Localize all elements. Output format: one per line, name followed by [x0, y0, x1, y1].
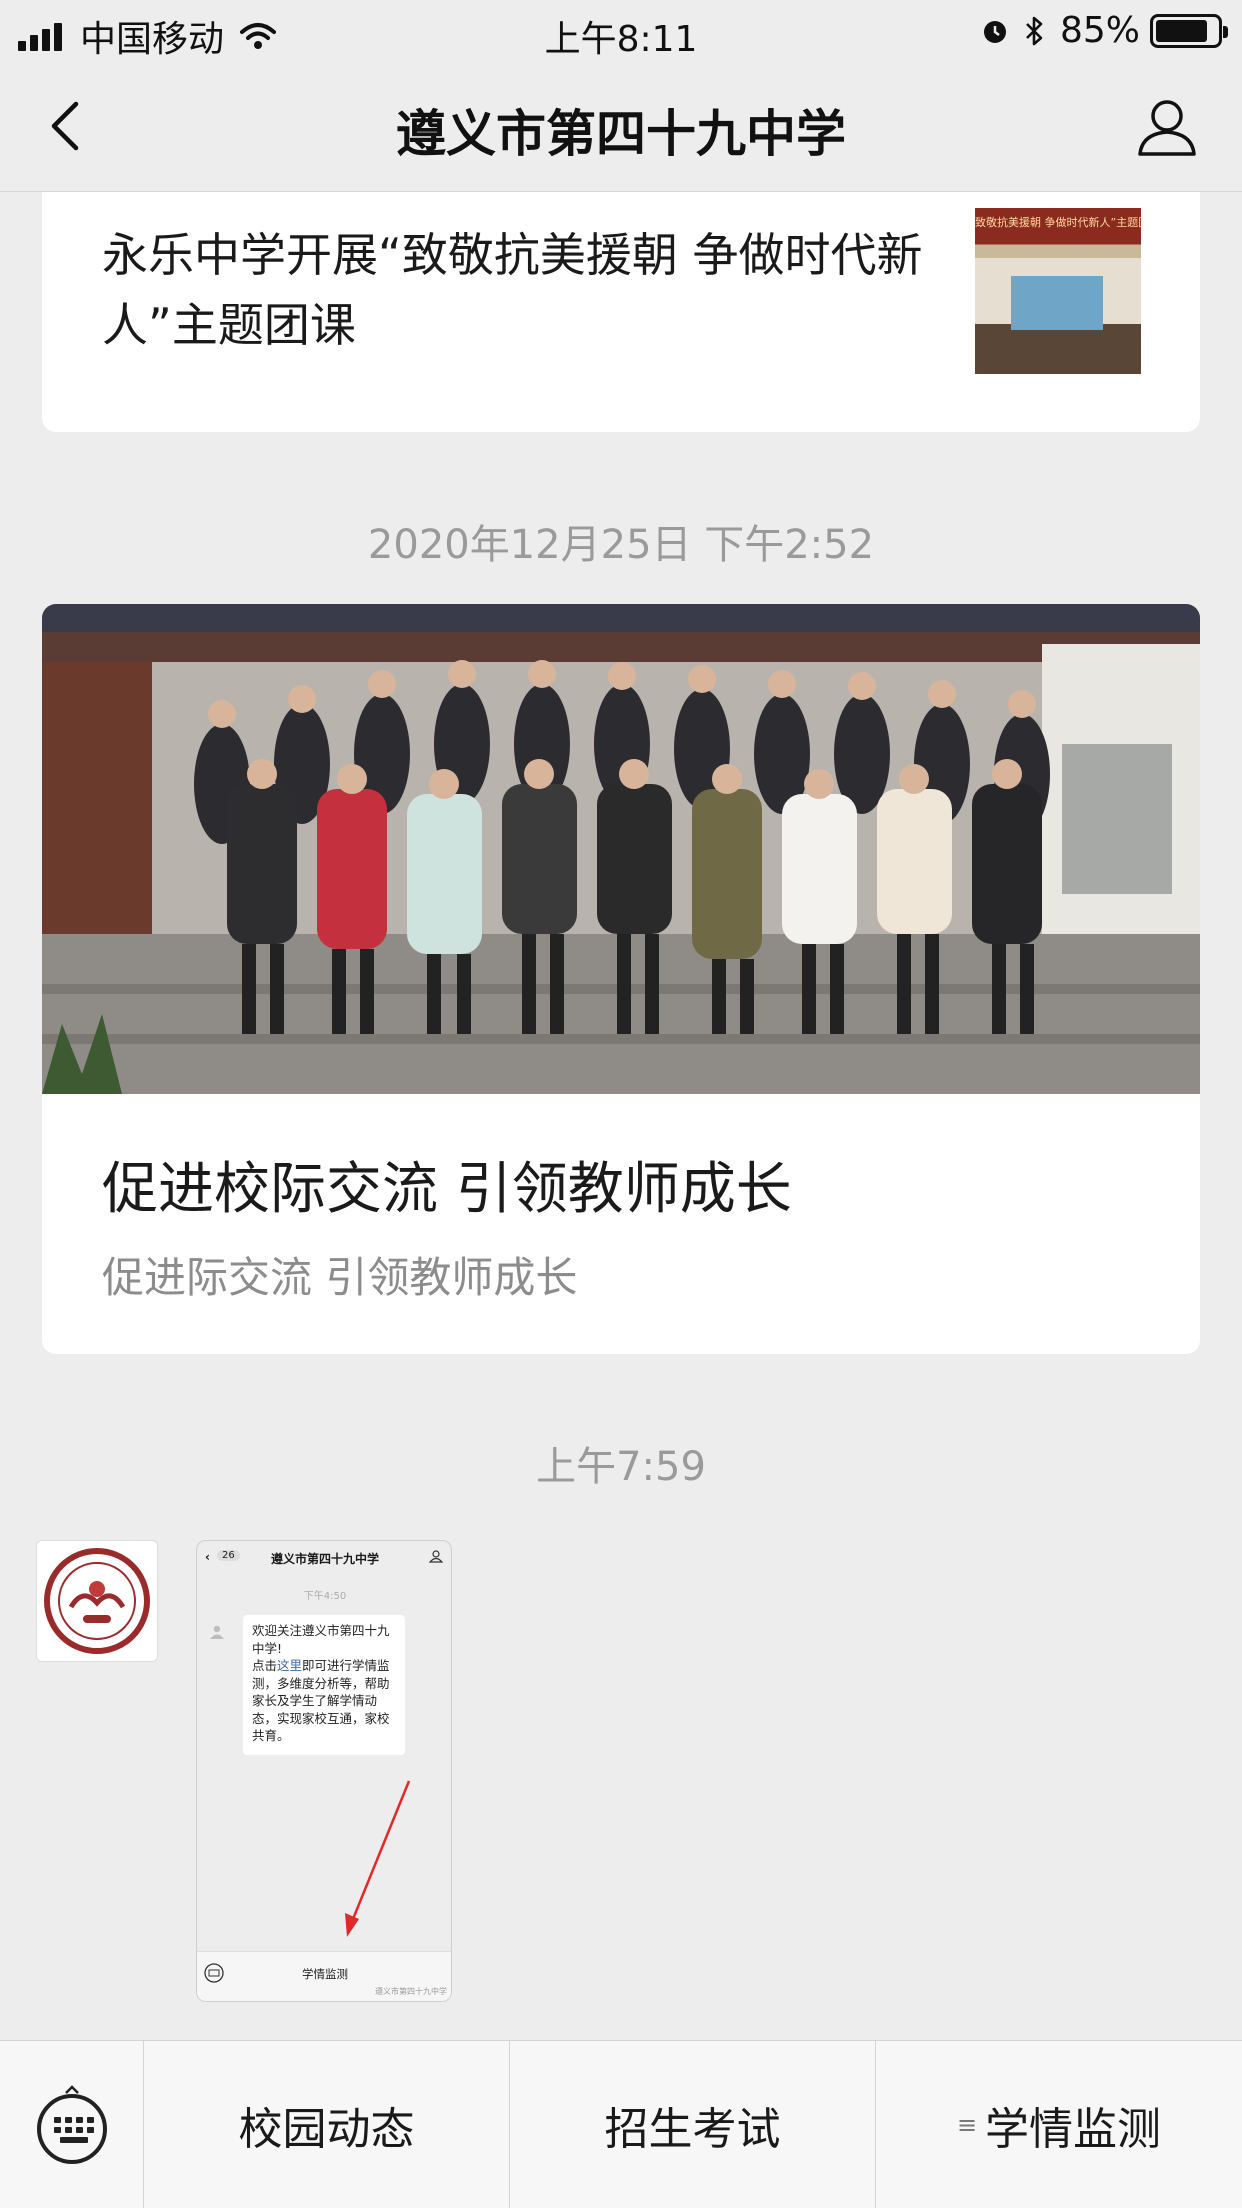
nav-bar: 遵义市第四十九中学	[0, 62, 1242, 192]
timestamp-1: 2020年12月25日 下午2:52	[367, 522, 875, 568]
embedded-watermark: 遵义市第四十九中学	[375, 1987, 447, 1996]
article-2-description: 促进际交流 引领教师成长	[102, 1253, 578, 1302]
keyboard-toggle-button[interactable]	[0, 2041, 144, 2208]
article-2-title: 促进校际交流 引领教师成长	[102, 1157, 792, 1222]
menu-learning-monitor[interactable]: ≡ 学情监测	[876, 2041, 1242, 2208]
alarm-icon	[983, 20, 1006, 43]
embedded-menu-label: 学情监测	[302, 1967, 348, 1981]
status-bar: 中国移动 上午8:11 85%	[0, 0, 1242, 62]
status-right: 85%	[980, 10, 1228, 51]
battery-percent: 85%	[1059, 10, 1140, 51]
keyboard-icon	[37, 2085, 107, 2164]
bluetooth-icon	[1026, 16, 1043, 45]
group-photo	[42, 604, 1200, 1094]
red-arrow-annotation	[345, 1780, 411, 1937]
submenu-icon: ≡	[956, 2111, 978, 2139]
menu-campus-news-label: 校园动态	[238, 2104, 415, 2155]
embedded-menu-bar: 学情监测 遵义市第四十九中学	[197, 1951, 451, 2001]
menu-admission-exam[interactable]: 招生考试	[510, 2041, 876, 2208]
battery-icon	[1150, 13, 1228, 48]
thumbnail-screen	[1011, 276, 1103, 330]
battery-fill	[1156, 19, 1207, 42]
menu-admission-exam-label: 招生考试	[604, 2104, 781, 2155]
page-title: 遵义市第四十九中学	[396, 105, 846, 163]
menu-campus-news[interactable]: 校园动态	[144, 2041, 510, 2208]
school-logo-avatar[interactable]	[36, 1540, 158, 1662]
article-card-1[interactable]: 永乐中学开展“致敬抗美援朝 争做时代新人”主题团课 致敬抗美援朝 争做时代新人”…	[42, 192, 1200, 432]
article-card-2[interactable]: 促进校际交流 引领教师成长 促进际交流 引领教师成长	[42, 604, 1200, 1354]
profile-icon[interactable]	[1132, 92, 1202, 162]
article-1-title: 永乐中学开展“致敬抗美援朝 争做时代新人”主题团课	[102, 228, 923, 352]
menu-learning-monitor-label: 学情监测	[985, 2104, 1162, 2155]
school-logo-icon	[44, 1548, 150, 1654]
message-image[interactable]: ‹ 26 遵义市第四十九中学 下午4:50 欢迎关注遵义市第四十九中学! 点击这…	[196, 1540, 452, 2002]
thumbnail-banner-text: 致敬抗美援朝 争做时代新人”主题团课	[975, 216, 1141, 229]
timestamp-2: 上午7:59	[536, 1444, 706, 1490]
bottom-menu-bar: 校园动态 招生考试 ≡ 学情监测	[0, 2040, 1242, 2208]
article-1-thumbnail: 致敬抗美援朝 争做时代新人”主题团课	[975, 208, 1141, 374]
